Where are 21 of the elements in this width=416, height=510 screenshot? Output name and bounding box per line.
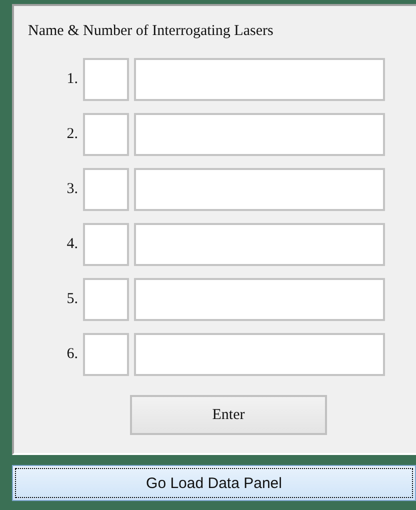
name-field[interactable]	[134, 223, 385, 266]
name-field[interactable]	[134, 113, 385, 156]
number-field[interactable]	[83, 168, 129, 211]
go-load-data-panel-button[interactable]: Go Load Data Panel	[12, 465, 416, 501]
number-field[interactable]	[83, 333, 129, 376]
row-number: 3.	[66, 181, 78, 198]
row-number: 1.	[66, 71, 78, 88]
panel-title: Name & Number of Interrogating Lasers	[27, 22, 274, 41]
number-field[interactable]	[83, 113, 129, 156]
name-field[interactable]	[134, 168, 385, 211]
row-number: 6.	[66, 346, 78, 363]
number-field[interactable]	[83, 223, 129, 266]
number-field[interactable]	[83, 58, 129, 101]
number-field[interactable]	[83, 278, 129, 321]
row-number: 4.	[66, 236, 78, 253]
row-number: 2.	[66, 126, 78, 143]
name-field[interactable]	[134, 278, 385, 321]
name-field[interactable]	[134, 333, 385, 376]
enter-button[interactable]: Enter	[130, 395, 327, 435]
row-number: 5.	[66, 291, 78, 308]
name-field[interactable]	[134, 58, 385, 101]
